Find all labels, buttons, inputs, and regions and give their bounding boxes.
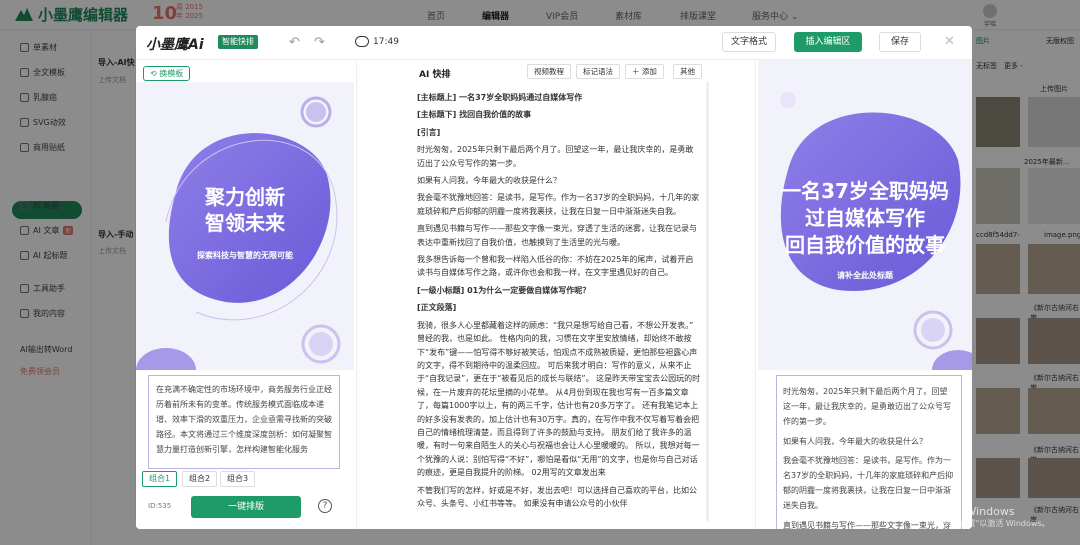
preview-body: 时光匆匆，2025年只剩下最后两个月了。回望这一年，最让我庆幸的，是勇敢迈出了公… xyxy=(776,375,962,529)
summary-box: 在充满不确定性的市场环境中，商务服务行业正经历着前所未有的变革。传统服务模式面临… xyxy=(148,375,340,469)
article-text[interactable]: [主标题上] 一名37岁全职妈妈通过自媒体写作 [主标题下] 找回自我价值的故事… xyxy=(417,91,701,514)
undo-icon[interactable]: ↶ xyxy=(289,35,300,50)
insert-editor-button[interactable]: 插入编辑区 xyxy=(794,32,862,52)
template-preview-panel: 聚力创新 智领未来 探索科技与智慧的无限可能 ⟲ 换模板 在充满不确定性的市场环境… xyxy=(136,60,354,529)
combo-3-button[interactable]: 组合3 xyxy=(220,471,256,487)
article-line: 不管我们写的怎样，好或是不好，发出去吧！可以选择自己喜欢的平台，比如公众号、头条… xyxy=(417,485,697,508)
markup-syntax-button[interactable]: 标记语法 xyxy=(576,64,620,79)
ai-layout-modal: 小墨鹰Ai 智能快排 ↶ ↷ 17:49 文字格式 插入编辑区 保存 ✕ 聚力创… xyxy=(136,26,972,529)
article-line: 如果有人问我，今年最大的收获是什么？ xyxy=(417,176,561,186)
save-time: 17:49 xyxy=(373,37,399,47)
windows-activation-hint: 转到"设置"以激活 Windows。 xyxy=(940,519,1050,528)
editor-title: AI 快排 xyxy=(419,70,451,80)
one-click-layout-button[interactable]: 一键排版 xyxy=(191,496,301,518)
article-line: 我会毫不犹豫地回答：是读书，是写作。作为一名37岁的全职妈妈，十几年的家庭琐碎和… xyxy=(417,193,700,216)
article-line: [主标题下] 找回自我价值的故事 xyxy=(417,110,532,120)
article-line: [一级小标题] 01为什么一定要做自媒体写作呢？ xyxy=(417,285,591,295)
cover-subtitle: 探索科技与智慧的无限可能 xyxy=(197,251,293,260)
article-line: 直到遇见书籍与写作——那些文字像一束光，穿透了生活的迷雾，让我在记录与表达中重新… xyxy=(417,224,697,247)
save-button[interactable]: 保存 xyxy=(879,32,921,52)
modal-logo: 小墨鹰Ai xyxy=(146,37,204,53)
editor-scrollbar[interactable] xyxy=(706,82,709,522)
article-line: [主标题上] 一名37岁全职妈妈通过自媒体写作 xyxy=(417,93,583,102)
video-tutorial-button[interactable]: 视频教程 xyxy=(527,64,571,79)
preview-line: 直到遇见书籍与写作——那些文字像一束光，穿透了生活的迷雾，让我在记录与表达 xyxy=(783,520,951,529)
article-line: 我多想告诉每一个曾和我一样陷入低谷的你：不妨在2025年的尾声，试着开启读书与自… xyxy=(417,255,694,278)
article-line: [正文段落] xyxy=(417,303,457,313)
smart-layout-badge: 智能快排 xyxy=(218,35,258,49)
preview-cover: 一名37岁全职妈妈 过自媒体写作 回自我价值的故事 请补全此处标题 xyxy=(758,60,972,370)
swap-template-button[interactable]: ⟲ 换模板 xyxy=(143,66,191,81)
combo-1-button[interactable]: 组合1 xyxy=(142,471,178,487)
close-icon[interactable]: ✕ xyxy=(944,34,955,49)
redo-icon[interactable]: ↷ xyxy=(314,35,325,50)
preview-line: 如果有人问我，今年最大的收获是什么？ xyxy=(783,436,927,446)
add-button[interactable]: ＋ 添加 xyxy=(625,64,664,79)
other-button[interactable]: 其他 xyxy=(673,64,702,79)
swap-icon: ⟲ xyxy=(150,69,157,78)
article-line: 我骑，很多人心里都藏着这样的顾虑：“我只是想写给自己看，不想公开发表。” 曾经的… xyxy=(417,320,701,478)
markdown-editor-panel: AI 快排 视频教程 标记语法 ＋ 添加 其他 [主标题上] 一名37岁全职妈妈… xyxy=(356,60,756,529)
article-line: 时光匆匆，2025年只剩下最后两个月了。回望这一年，最让我庆幸的，是勇敢迈出了公… xyxy=(417,145,694,168)
preview-title: 一名37岁全职妈妈 过自媒体写作 回自我价值的故事 xyxy=(781,179,949,257)
combo-2-button[interactable]: 组合2 xyxy=(182,471,218,487)
live-preview-panel: 一名37岁全职妈妈 过自媒体写作 回自我价值的故事 请补全此处标题 时光匆匆，202… xyxy=(758,60,972,529)
help-icon[interactable]: ? xyxy=(318,499,332,513)
text-format-button[interactable]: 文字格式 xyxy=(722,32,776,52)
preview-line: 我会毫不犹豫地回答：是读书，是写作。作为一名37岁的全职妈妈，十几年的家庭琐碎和… xyxy=(783,455,954,511)
modal-header: 小墨鹰Ai 智能快排 ↶ ↷ 17:49 文字格式 插入编辑区 保存 ✕ xyxy=(136,26,972,60)
cover-image: 聚力创新 智领未来 探索科技与智慧的无限可能 xyxy=(136,82,354,370)
windows-activation-title: 激活 Windows xyxy=(940,505,1015,518)
cloud-save-icon xyxy=(355,36,369,47)
preview-line: 时光匆匆，2025年只剩下最后两个月了。回望这一年，最让我庆幸的，是勇敢迈出了公… xyxy=(783,387,951,427)
template-id: ID:535 xyxy=(148,502,172,510)
article-line: [引言] xyxy=(417,127,441,137)
cover-title: 聚力创新 智领未来 xyxy=(205,185,285,235)
preview-title-placeholder[interactable]: 请补全此处标题 xyxy=(758,270,972,281)
